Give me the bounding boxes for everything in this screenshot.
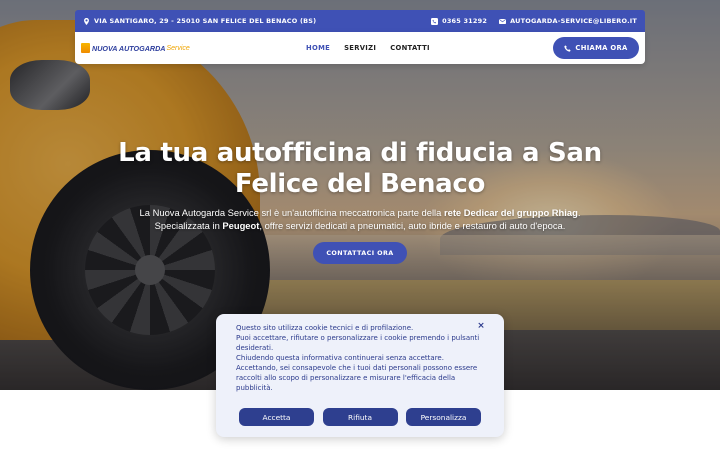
- hero-title: La tua autofficina di fiducia a San Feli…: [118, 138, 602, 199]
- call-now-label: CHIAMA ORA: [575, 44, 628, 52]
- cookie-line: Chiudendo questa informativa continuerai…: [236, 354, 444, 362]
- subtitle-text: Specializzata in: [154, 220, 223, 231]
- email-text: AUTOGARDA-SERVICE@LIBERO.IT: [510, 17, 637, 25]
- reject-cookies-button[interactable]: Rifiuta: [322, 408, 398, 426]
- logo-text: NUOVA AUTOGARDA: [92, 43, 166, 53]
- cookie-line: Puoi accettare, rifiutare o personalizza…: [236, 334, 480, 352]
- logo-suffix: Service: [166, 44, 190, 52]
- nav-contatti[interactable]: CONTATTI: [390, 44, 430, 52]
- logo-mark-icon: [81, 43, 90, 53]
- address-text: VIA SANTIGARO, 29 - 25010 SAN FELICE DEL…: [94, 17, 317, 25]
- top-info-bar: VIA SANTIGARO, 29 - 25010 SAN FELICE DEL…: [75, 10, 645, 32]
- cookie-banner: × Questo sito utilizza cookie tecnici e …: [216, 314, 504, 437]
- cookie-line: Accettando, sei consapevole che i tuoi d…: [236, 364, 478, 392]
- hero-subtitle: La Nuova Autogarda Service srl è un'auto…: [110, 206, 610, 232]
- cookie-buttons: Accetta Rifiuta Personalizza: [239, 408, 481, 426]
- envelope-icon: [499, 18, 507, 24]
- subtitle-text: .: [577, 207, 581, 218]
- call-now-button[interactable]: CHIAMA ORA: [553, 37, 639, 59]
- location-pin-icon: [84, 17, 89, 25]
- subtitle-text: La Nuova Autogarda Service srl è un'auto…: [139, 207, 444, 218]
- nav-servizi[interactable]: SERVIZI: [344, 44, 376, 52]
- accept-cookies-button[interactable]: Accetta: [239, 408, 314, 426]
- site-logo[interactable]: NUOVA AUTOGARDA Service: [81, 38, 191, 58]
- phone-icon: [564, 44, 572, 52]
- phone-icon: [431, 17, 439, 25]
- subtitle-text: , offre servizi dedicati a pneumatici, a…: [259, 220, 566, 231]
- contact-us-button[interactable]: CONTATTACI ORA: [313, 242, 407, 264]
- cookie-line: Questo sito utilizza cookie tecnici e di…: [236, 324, 414, 332]
- phone-link[interactable]: 0365 31292: [431, 17, 487, 25]
- customize-cookies-button[interactable]: Personalizza: [406, 408, 481, 426]
- subtitle-bold: Peugeot: [222, 220, 260, 231]
- address-info: VIA SANTIGARO, 29 - 25010 SAN FELICE DEL…: [83, 17, 316, 25]
- cookie-text: Questo sito utilizza cookie tecnici e di…: [236, 323, 486, 393]
- phone-text: 0365 31292: [442, 17, 488, 25]
- subtitle-bold: rete Dedicar del gruppo Rhiag: [443, 207, 578, 218]
- main-navbar: NUOVA AUTOGARDA Service HOME SERVIZI CON…: [75, 32, 645, 64]
- email-link[interactable]: AUTOGARDA-SERVICE@LIBERO.IT: [499, 17, 637, 25]
- nav-home[interactable]: HOME: [306, 44, 330, 52]
- nav-links: HOME SERVIZI CONTATTI: [306, 44, 430, 52]
